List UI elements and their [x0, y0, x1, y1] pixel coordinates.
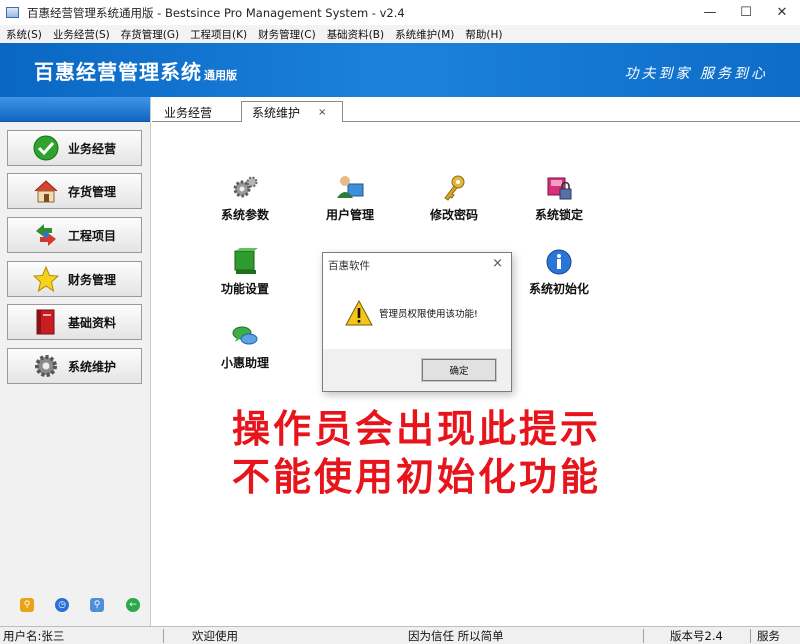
star-icon: [32, 265, 60, 293]
lock-box-icon: [544, 174, 574, 202]
status-separator: [643, 629, 644, 643]
sidebar-item-finance[interactable]: 财务管理: [7, 261, 142, 297]
sidebar-item-inventory[interactable]: 存货管理: [7, 173, 142, 209]
key-icon: [439, 174, 469, 202]
chat-bubbles-icon: [230, 322, 260, 350]
minimize-button[interactable]: —: [692, 0, 728, 25]
dialog-footer: 确定: [323, 349, 511, 391]
annotation-line-2: 不能使用初始化功能: [232, 455, 602, 499]
sidebar-bottom-toolbar: ⚲ ◷ ⚲ ←: [0, 598, 151, 616]
tool-user-management[interactable]: 用户管理: [304, 174, 396, 223]
menu-item-basic-data[interactable]: 基础资料(B): [321, 27, 389, 42]
menu-item-projects[interactable]: 工程项目(K): [184, 27, 252, 42]
tool-label: 修改密码: [429, 208, 478, 222]
tab-close-icon[interactable]: ×: [318, 107, 326, 118]
status-service: 服务: [757, 629, 780, 643]
tool-system-init[interactable]: 系统初始化: [513, 248, 605, 297]
tool-change-password[interactable]: 修改密码: [408, 174, 500, 223]
tool-assistant[interactable]: 小惠助理: [199, 322, 291, 371]
sidebar-item-label: 工程项目: [68, 228, 117, 243]
clock-icon[interactable]: ◷: [55, 598, 69, 612]
message-dialog: 百惠软件 × 管理员权限使用该功能! 确定: [322, 252, 512, 392]
menu-item-finance[interactable]: 财务管理(C): [252, 27, 321, 42]
user-monitor-icon: [335, 174, 365, 202]
gear-icon: [32, 352, 60, 380]
sidebar: 业务经营 存货管理 工程项目 财务管理 基础资料 系统维护 ⚲ ◷ ⚲ ←: [0, 97, 151, 626]
header-banner: 百惠经营管理系统 通用版 功夫到家 服务到心: [0, 43, 800, 97]
tab-label: 系统维护: [252, 105, 301, 120]
tab-maintenance[interactable]: 系统维护 ×: [241, 101, 343, 123]
menu-item-maintenance[interactable]: 系统维护(M): [389, 27, 459, 42]
check-circle-icon: [32, 134, 60, 162]
red-book-icon: [32, 308, 60, 336]
dialog-title: 百惠软件: [328, 259, 370, 272]
tab-business[interactable]: 业务经营: [164, 101, 234, 123]
green-box-icon: [230, 248, 260, 276]
close-button[interactable]: ✕: [764, 0, 800, 25]
tool-label: 用户管理: [325, 208, 374, 222]
sidebar-header: [0, 97, 150, 122]
status-user: 用户名:张三: [3, 629, 65, 643]
sidebar-item-label: 财务管理: [68, 272, 117, 287]
menu-item-inventory[interactable]: 存货管理(G): [115, 27, 184, 42]
brand-name: 百惠经营管理系统: [34, 60, 202, 84]
back-arrow-icon[interactable]: ←: [126, 598, 140, 612]
status-separator: [750, 629, 751, 643]
dialog-close-icon[interactable]: ×: [492, 256, 503, 271]
tool-label: 系统初始化: [528, 282, 589, 296]
dialog-message: 管理员权限使用该功能!: [379, 309, 478, 320]
sidebar-item-maintenance[interactable]: 系统维护: [7, 348, 142, 384]
tool-label: 功能设置: [220, 282, 269, 296]
sidebar-item-business[interactable]: 业务经营: [7, 130, 142, 166]
tool-system-params[interactable]: 系统参数: [199, 174, 291, 223]
key-icon[interactable]: ⚲: [20, 598, 34, 612]
menu-item-help[interactable]: 帮助(H): [459, 27, 507, 42]
app-icon: [6, 7, 19, 18]
recycle-arrows-icon: [32, 221, 60, 249]
ok-button[interactable]: 确定: [421, 358, 497, 382]
sidebar-item-label: 基础资料: [68, 315, 117, 330]
window-title: 百惠经营管理系统通用版 - Bestsince Pro Management S…: [27, 5, 405, 20]
house-icon: [32, 177, 60, 205]
tool-function-settings[interactable]: 功能设置: [199, 248, 291, 297]
brand-slogan: 功夫到家 服务到心: [624, 66, 768, 82]
tool-label: 小惠助理: [220, 356, 269, 370]
sidebar-item-basic-data[interactable]: 基础资料: [7, 304, 142, 340]
status-welcome: 欢迎使用: [192, 629, 238, 643]
dialog-body: 管理员权限使用该功能!: [323, 277, 511, 349]
sidebar-item-label: 系统维护: [68, 359, 117, 374]
window-titlebar: 百惠经营管理系统通用版 - Bestsince Pro Management S…: [0, 0, 800, 25]
sidebar-item-projects[interactable]: 工程项目: [7, 217, 142, 253]
tab-strip: 业务经营 系统维护 ×: [152, 97, 800, 123]
window-controls: — ☐ ✕: [692, 0, 800, 25]
status-version: 版本号2.4: [670, 629, 723, 643]
sidebar-item-label: 存货管理: [68, 184, 117, 199]
status-bar: 用户名:张三 欢迎使用 因为信任 所以简单 版本号2.4 服务: [0, 626, 800, 644]
status-separator: [163, 629, 164, 643]
tool-label: 系统参数: [220, 208, 269, 222]
gears-icon: [230, 174, 260, 202]
maximize-button[interactable]: ☐: [728, 0, 764, 25]
menu-item-business[interactable]: 业务经营(S): [47, 27, 115, 42]
menu-bar: 系统(S) 业务经营(S) 存货管理(G) 工程项目(K) 财务管理(C) 基础…: [0, 25, 800, 43]
tool-label: 系统锁定: [534, 208, 583, 222]
search-icon[interactable]: ⚲: [90, 598, 104, 612]
sidebar-item-label: 业务经营: [68, 141, 117, 156]
brand-title: 百惠经营管理系统 通用版: [34, 56, 237, 85]
annotation-line-1: 操作员会出现此提示: [232, 407, 602, 451]
brand-edition: 通用版: [204, 69, 237, 82]
warning-icon: [345, 300, 373, 326]
info-icon: [544, 248, 574, 276]
menu-item-system[interactable]: 系统(S): [0, 27, 47, 42]
status-motto: 因为信任 所以简单: [408, 629, 504, 643]
tool-system-lock[interactable]: 系统锁定: [513, 174, 605, 223]
tab-label: 业务经营: [164, 105, 213, 120]
